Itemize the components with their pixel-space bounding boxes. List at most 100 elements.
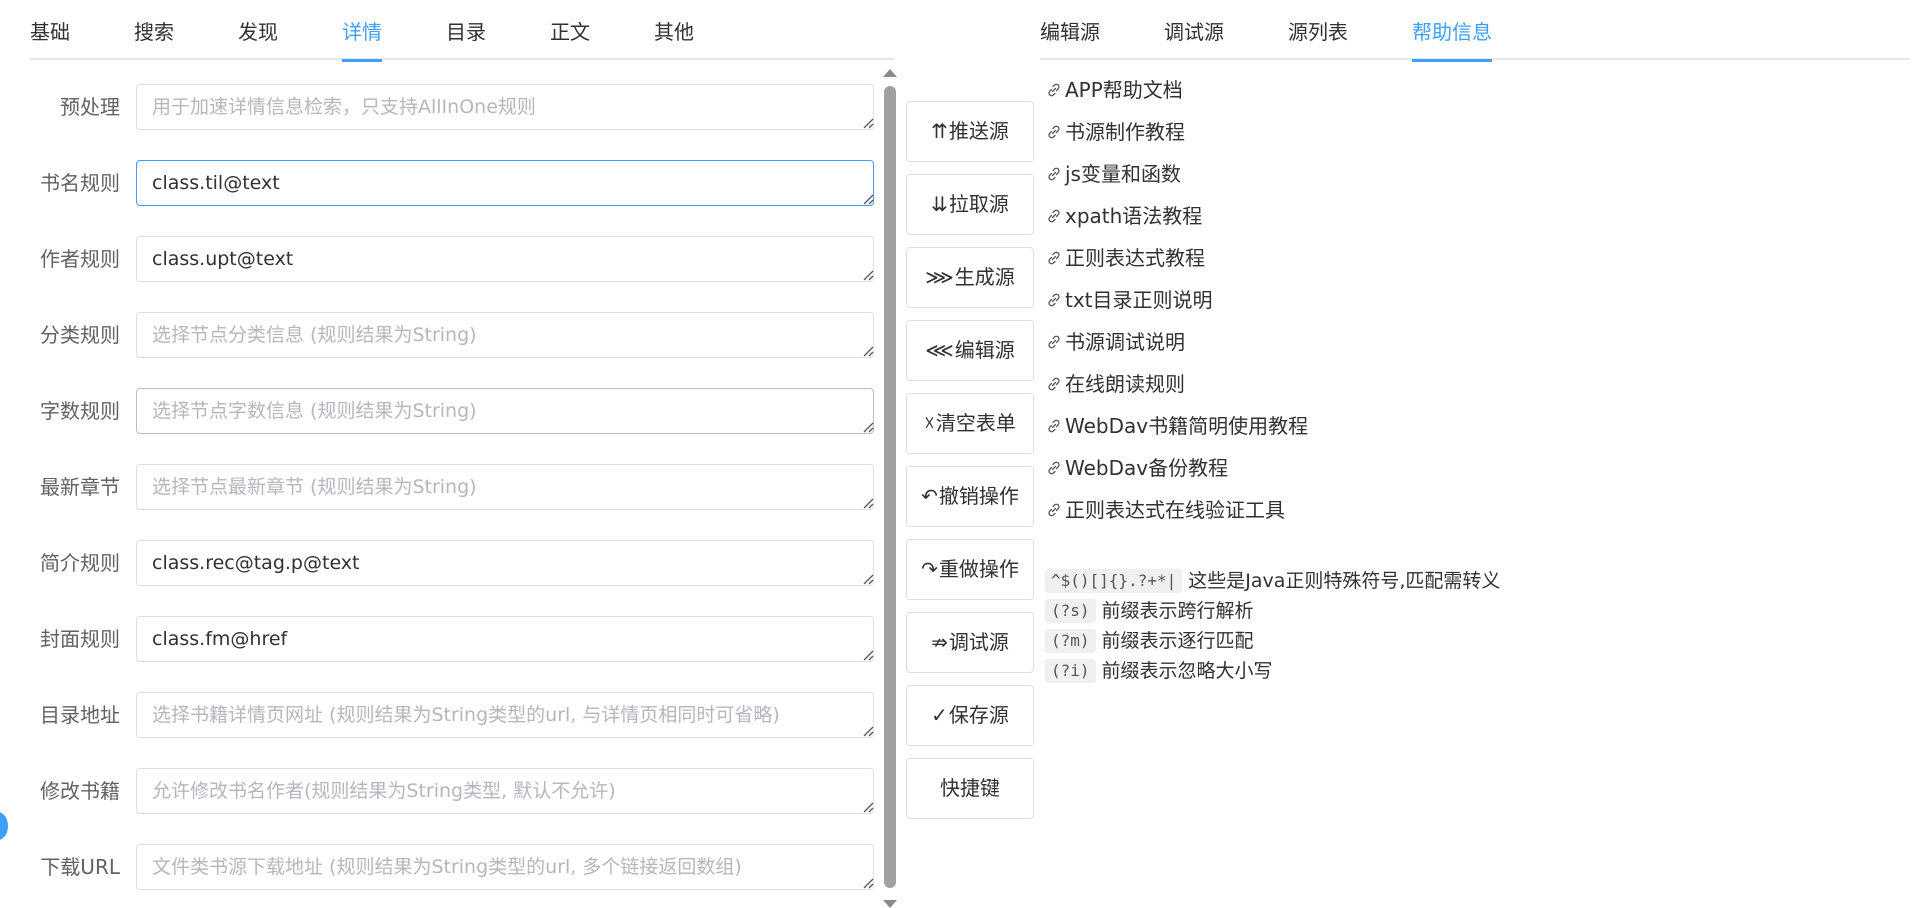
can-rename-rule-input[interactable] xyxy=(136,768,874,814)
regex-note: (?m) 前缀表示逐行匹配 xyxy=(1045,626,1254,656)
form-row-download-url: 下载URL xyxy=(0,844,880,890)
tab-toc[interactable]: 目录 xyxy=(446,8,486,60)
field-label: 作者规则 xyxy=(40,247,120,271)
regex-code: (?m) xyxy=(1045,629,1096,653)
tab-source-list[interactable]: 源列表 xyxy=(1288,8,1348,60)
regex-note: (?i) 前缀表示忽略大小写 xyxy=(1045,656,1273,686)
help-link-debug[interactable]: 书源调试说明 xyxy=(1045,324,1185,360)
pull-source-button[interactable]: ⇊拉取源 xyxy=(906,174,1034,235)
download-url-rule-input[interactable] xyxy=(136,844,874,890)
tab-other[interactable]: 其他 xyxy=(654,8,694,60)
link-icon xyxy=(1048,461,1060,475)
help-link-regex[interactable]: 正则表达式教程 xyxy=(1045,240,1205,276)
button-label: 编辑源 xyxy=(954,338,1015,362)
scroll-up-arrow-icon[interactable] xyxy=(883,69,897,77)
button-label: 快捷键 xyxy=(940,776,1000,800)
help-link-label: 在线朗读规则 xyxy=(1065,372,1185,396)
rule-category-tabs: 基础 搜索 发现 详情 目录 正文 其他 xyxy=(30,8,895,62)
redo-icon: ↷ xyxy=(921,557,938,581)
undo-button[interactable]: ↶撤销操作 xyxy=(906,466,1034,527)
right-panel-tabs: 编辑源 调试源 源列表 帮助信息 xyxy=(1040,8,1910,62)
link-icon xyxy=(1048,167,1060,181)
word-count-rule-input[interactable] xyxy=(136,388,874,434)
form-scrollbar[interactable] xyxy=(884,86,896,888)
link-icon xyxy=(1048,209,1060,223)
toc-url-rule-input[interactable] xyxy=(136,692,874,738)
link-icon xyxy=(1048,377,1060,391)
form-row-author: 作者规则 xyxy=(0,236,880,282)
preprocess-input[interactable] xyxy=(136,84,874,130)
help-link-webdav-books[interactable]: WebDav书籍简明使用教程 xyxy=(1045,408,1308,444)
floating-indicator-dot[interactable] xyxy=(0,812,8,840)
help-link-tts[interactable]: 在线朗读规则 xyxy=(1045,366,1185,402)
push-source-button[interactable]: ⇈推送源 xyxy=(906,101,1034,162)
tab-search[interactable]: 搜索 xyxy=(134,8,174,60)
debug-source-button[interactable]: ⇏调试源 xyxy=(906,612,1034,673)
field-label: 预处理 xyxy=(60,95,120,119)
clear-form-button[interactable]: ☓清空表单 xyxy=(906,393,1034,454)
help-link-app-docs[interactable]: APP帮助文档 xyxy=(1045,72,1183,108)
redo-button[interactable]: ↷重做操作 xyxy=(906,539,1034,600)
tab-basic[interactable]: 基础 xyxy=(30,8,70,60)
cover-rule-input[interactable] xyxy=(136,616,874,662)
help-link-label: 正则表达式教程 xyxy=(1065,246,1205,270)
regex-note-text: 前缀表示逐行匹配 xyxy=(1101,630,1254,652)
form-row-category: 分类规则 xyxy=(0,312,880,358)
link-icon xyxy=(1048,293,1060,307)
link-icon xyxy=(1048,251,1060,265)
book-name-rule-input[interactable] xyxy=(136,160,874,206)
undo-icon: ↶ xyxy=(921,484,938,508)
regex-code: ^$()[]{}.?+*| xyxy=(1045,569,1183,593)
double-up-arrow-icon: ⇈ xyxy=(931,119,948,143)
help-link-source-tutorial[interactable]: 书源制作教程 xyxy=(1045,114,1185,150)
regex-note-text: 前缀表示跨行解析 xyxy=(1101,600,1254,622)
tab-detail[interactable]: 详情 xyxy=(342,8,382,62)
category-rule-input[interactable] xyxy=(136,312,874,358)
tab-help-info[interactable]: 帮助信息 xyxy=(1412,8,1492,62)
tab-edit-source[interactable]: 编辑源 xyxy=(1040,8,1100,60)
intro-rule-input[interactable] xyxy=(136,540,874,586)
help-link-label: txt目录正则说明 xyxy=(1065,288,1213,312)
edit-source-button[interactable]: ⋘编辑源 xyxy=(906,320,1034,381)
generate-source-button[interactable]: ⋙生成源 xyxy=(906,247,1034,308)
tab-debug-source[interactable]: 调试源 xyxy=(1164,8,1224,60)
help-link-label: 书源制作教程 xyxy=(1065,120,1185,144)
link-icon xyxy=(1048,335,1060,349)
save-source-button[interactable]: ✓保存源 xyxy=(906,685,1034,746)
help-link-txt-toc[interactable]: txt目录正则说明 xyxy=(1045,282,1213,318)
form-row-word-count: 字数规则 xyxy=(0,388,880,434)
field-label: 下载URL xyxy=(40,855,120,879)
help-link-js-vars[interactable]: js变量和函数 xyxy=(1045,156,1181,192)
scroll-down-arrow-icon[interactable] xyxy=(883,900,897,908)
regex-note: (?s) 前缀表示跨行解析 xyxy=(1045,596,1254,626)
field-label: 书名规则 xyxy=(40,171,120,195)
help-link-xpath[interactable]: xpath语法教程 xyxy=(1045,198,1202,234)
tab-content[interactable]: 正文 xyxy=(550,8,590,60)
link-icon xyxy=(1048,419,1060,433)
tab-explore[interactable]: 发现 xyxy=(238,8,278,60)
button-label: 生成源 xyxy=(954,265,1015,289)
author-rule-input[interactable] xyxy=(136,236,874,282)
rule-editor-panel: 基础 搜索 发现 详情 目录 正文 其他 预处理 书名规则 作者规则 分类规则 xyxy=(0,0,905,908)
help-link-label: WebDav备份教程 xyxy=(1065,456,1229,480)
help-link-webdav-backup[interactable]: WebDav备份教程 xyxy=(1045,450,1228,486)
help-link-regex-tester[interactable]: 正则表达式在线验证工具 xyxy=(1045,492,1285,528)
button-label: 调试源 xyxy=(948,630,1009,654)
shortcuts-button[interactable]: 快捷键 xyxy=(906,758,1034,819)
help-link-label: js变量和函数 xyxy=(1065,162,1181,186)
form-row-latest-chapter: 最新章节 xyxy=(0,464,880,510)
field-label: 简介规则 xyxy=(40,551,120,575)
link-icon xyxy=(1048,503,1060,517)
help-link-label: WebDav书籍简明使用教程 xyxy=(1065,414,1309,438)
link-icon xyxy=(1048,83,1060,97)
form-row-intro: 简介规则 xyxy=(0,540,880,586)
help-link-label: xpath语法教程 xyxy=(1065,204,1203,228)
latest-chapter-rule-input[interactable] xyxy=(136,464,874,510)
triple-right-chevron-icon: ⋙ xyxy=(925,265,954,289)
regex-note-text: 这些是Java正则特殊符号,匹配需转义 xyxy=(1188,570,1501,592)
regex-note: ^$()[]{}.?+*| 这些是Java正则特殊符号,匹配需转义 xyxy=(1045,566,1500,596)
regex-code: (?i) xyxy=(1045,659,1096,683)
form-row-toc-url: 目录地址 xyxy=(0,692,880,738)
field-label: 封面规则 xyxy=(40,627,120,651)
field-label: 分类规则 xyxy=(40,323,120,347)
